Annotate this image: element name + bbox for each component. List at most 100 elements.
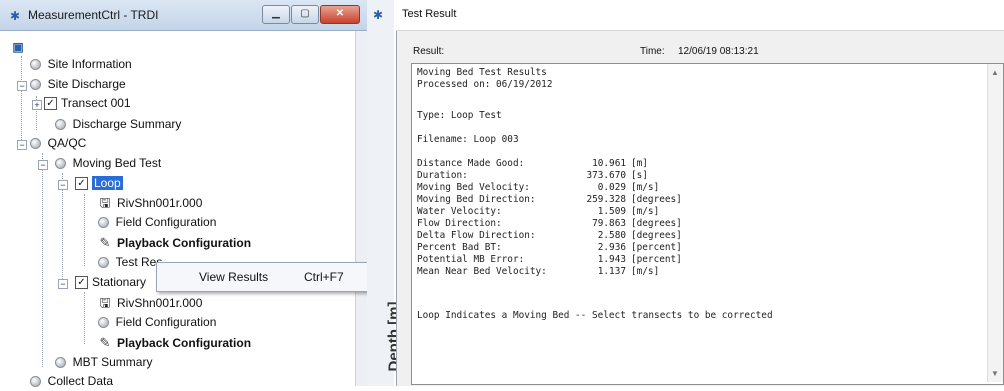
metric-unit: [s] xyxy=(631,170,648,181)
tree-item-stationary-field-config[interactable]: Field Configuration xyxy=(98,313,216,332)
metric-value: 1.509 xyxy=(597,206,626,217)
metric-unit: [m/s] xyxy=(631,206,660,217)
playback-config-icon: ✎ xyxy=(99,335,111,350)
node-icon xyxy=(55,357,66,369)
metric-value: 2.936 xyxy=(597,242,626,253)
tree-item-mbt-summary[interactable]: MBT Summary xyxy=(55,353,152,372)
expand-toggle[interactable]: − xyxy=(17,140,27,150)
node-icon xyxy=(55,119,66,131)
left-title-bar: ✱ MeasurementCtrl - TRDI ▁ ▢ ✕ xyxy=(0,0,367,31)
metric-label: Flow Direction: xyxy=(417,218,502,229)
tree-item-discharge-summary[interactable]: Discharge Summary xyxy=(55,115,181,134)
metric-value: 1.943 xyxy=(597,254,626,265)
app-icon: ✱ xyxy=(373,8,384,22)
tree-item-loop-field-config[interactable]: Field Configuration xyxy=(98,213,216,232)
loop-checkbox[interactable]: ✓ xyxy=(75,177,88,191)
metric-label: Water Velocity: xyxy=(417,206,502,217)
background-window-strip: ✱ Depth [m] xyxy=(367,0,403,386)
result-scrollbar[interactable]: ▲ ▼ xyxy=(987,64,1003,382)
expand-toggle[interactable]: − xyxy=(38,160,48,170)
tree-item-label: Site Information xyxy=(47,57,132,71)
tree-item-label: QA/QC xyxy=(47,136,87,150)
metric-value: 2.580 xyxy=(597,230,626,241)
metric-value: 0.029 xyxy=(597,182,626,193)
maximize-button[interactable]: ▢ xyxy=(291,5,319,24)
expand-toggle[interactable]: − xyxy=(17,81,27,91)
tree-item-label: Stationary xyxy=(92,275,147,289)
metric-unit: [degrees] xyxy=(631,230,682,241)
tree-line xyxy=(84,194,85,266)
tree-item-label: Discharge Summary xyxy=(72,117,182,131)
result-label: Result: xyxy=(413,46,445,57)
scroll-down-icon[interactable]: ▼ xyxy=(991,369,999,378)
tree-item-moving-bed-test[interactable]: Moving Bed Test xyxy=(55,154,161,173)
metric-value: 259.328 xyxy=(586,194,626,205)
metric-value: 79.863 xyxy=(592,218,626,229)
metric-value: 1.137 xyxy=(597,266,626,277)
context-menu: View Results Ctrl+F7 xyxy=(156,262,368,292)
menu-item-view-results[interactable]: View Results xyxy=(199,270,268,284)
tree-item-collect-data[interactable]: Collect Data xyxy=(30,372,113,391)
metric-label: Distance Made Good: xyxy=(417,158,525,169)
tree-item-label: Transect 001 xyxy=(61,96,131,110)
expand-toggle[interactable]: + xyxy=(32,100,42,110)
node-icon xyxy=(98,317,109,329)
metric-label: Mean Near Bed Velocity: xyxy=(417,266,547,277)
tree-item-stationary[interactable]: ✓ Stationary xyxy=(75,273,146,292)
tree-item-site-discharge[interactable]: Site Discharge xyxy=(30,75,126,94)
metric-label: Potential MB Error: xyxy=(417,254,525,265)
left-window-title: MeasurementCtrl - TRDI xyxy=(28,8,159,22)
tree-item-label: Field Configuration xyxy=(115,215,217,229)
stationary-checkbox[interactable]: ✓ xyxy=(75,276,88,290)
tree-item-label: Site Discharge xyxy=(47,77,126,91)
tree-item-loop-test-results[interactable]: Test Res xyxy=(98,253,162,272)
project-file-icon: ▣ xyxy=(12,40,24,54)
metric-label: Duration: xyxy=(417,170,468,181)
tree-item-qaqc[interactable]: QA/QC xyxy=(30,134,86,153)
node-icon xyxy=(55,158,66,170)
metric-unit: [degrees] xyxy=(631,194,682,205)
tree-item-label: Loop xyxy=(92,176,123,190)
tree-item-stationary-file[interactable]: 🖫 RivShn001r.000 xyxy=(98,293,202,312)
right-title-bar: Test Result xyxy=(396,0,1004,31)
save-disk-icon: 🖫 xyxy=(99,195,111,210)
node-icon xyxy=(30,79,41,91)
tree-root[interactable]: ▣ xyxy=(11,38,30,57)
metric-unit: [percent] xyxy=(631,242,682,253)
node-icon xyxy=(30,138,41,150)
tree-line xyxy=(84,292,85,344)
metric-unit: [m/s] xyxy=(631,266,660,277)
minimize-button[interactable]: ▁ xyxy=(262,5,290,24)
tree-item-stationary-playback-config[interactable]: ✎ Playback Configuration xyxy=(98,333,251,352)
metric-label: Delta Flow Direction: xyxy=(417,230,536,241)
metric-unit: [degrees] xyxy=(631,218,682,229)
tree-item-label: Playback Configuration xyxy=(117,236,252,250)
tree-item-label: RivShn001r.000 xyxy=(117,296,203,310)
result-conclusion: Loop Indicates a Moving Bed -- Select tr… xyxy=(417,310,773,321)
close-button[interactable]: ✕ xyxy=(320,5,360,24)
tree-item-site-information[interactable]: Site Information xyxy=(30,55,132,74)
menu-shortcut: Ctrl+F7 xyxy=(304,270,344,284)
expand-toggle[interactable]: − xyxy=(58,279,68,289)
metric-unit: [m] xyxy=(631,158,648,169)
tree-item-label: RivShn001r.000 xyxy=(117,196,203,210)
time-value: 12/06/19 08:13:21 xyxy=(678,46,759,57)
metric-unit: [m/s] xyxy=(631,182,660,193)
metric-label: Moving Bed Velocity: xyxy=(417,182,530,193)
metric-value: 10.961 xyxy=(592,158,626,169)
tree-line xyxy=(21,56,22,146)
app-icon: ✱ xyxy=(10,9,21,23)
tree-item-label: Field Configuration xyxy=(115,315,217,329)
node-icon xyxy=(30,59,41,71)
tree-item-loop-playback-config[interactable]: ✎ Playback Configuration xyxy=(98,233,251,252)
tree-item-loop[interactable]: ✓ Loop xyxy=(75,174,123,193)
tree-item-transect[interactable]: ✓ Transect 001 xyxy=(44,94,131,113)
playback-config-icon: ✎ xyxy=(99,235,111,250)
tree-line xyxy=(42,153,43,367)
scroll-up-icon[interactable]: ▲ xyxy=(991,68,999,77)
tree-item-loop-file[interactable]: 🖫 RivShn001r.000 xyxy=(98,193,202,212)
save-disk-icon: 🖫 xyxy=(99,295,111,310)
transect-checkbox[interactable]: ✓ xyxy=(44,97,57,111)
result-type: Type: Loop Test xyxy=(417,110,502,121)
expand-toggle[interactable]: − xyxy=(58,180,68,190)
